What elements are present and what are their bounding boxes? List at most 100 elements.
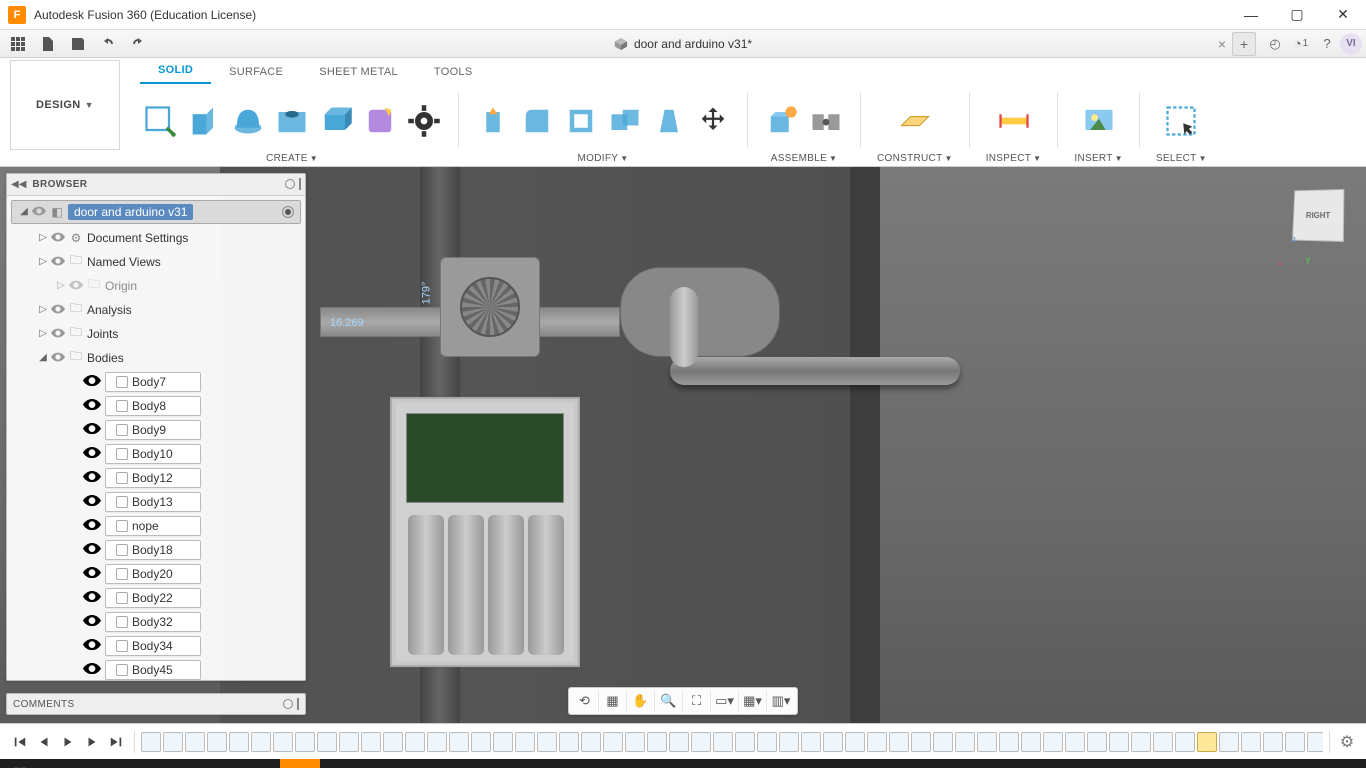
timeline-feature[interactable] bbox=[361, 732, 381, 752]
timeline-feature[interactable] bbox=[493, 732, 513, 752]
fit-button[interactable]: ⛶ bbox=[683, 690, 711, 712]
timeline-step-fwd-button[interactable] bbox=[80, 730, 104, 754]
tab-tools[interactable]: TOOLS bbox=[416, 62, 491, 84]
body-chip[interactable]: Body7 bbox=[105, 372, 201, 392]
expand-icon[interactable]: ◢ bbox=[37, 352, 49, 363]
move-icon[interactable] bbox=[695, 103, 731, 139]
timeline-play-button[interactable] bbox=[56, 730, 80, 754]
body-chip[interactable]: Body8 bbox=[105, 396, 201, 416]
zoom-button[interactable]: 🔍 bbox=[655, 690, 683, 712]
visibility-icon[interactable] bbox=[49, 303, 67, 317]
timeline-feature[interactable] bbox=[273, 732, 293, 752]
timeline-feature[interactable] bbox=[999, 732, 1019, 752]
timeline-feature[interactable] bbox=[801, 732, 821, 752]
expand-icon[interactable]: ▷ bbox=[37, 256, 49, 267]
expand-icon[interactable]: ▷ bbox=[37, 304, 49, 315]
select-icon[interactable] bbox=[1163, 103, 1199, 139]
expand-icon[interactable]: ▷ bbox=[37, 328, 49, 339]
calculator-taskbar-icon[interactable]: 🖩 bbox=[200, 759, 240, 768]
timeline-feature[interactable] bbox=[823, 732, 843, 752]
tree-node[interactable]: ▷🗀Named Views bbox=[7, 250, 305, 274]
browser-options-icon[interactable] bbox=[285, 179, 295, 189]
visibility-icon[interactable] bbox=[49, 327, 67, 341]
window-maximize-button[interactable]: ▢ bbox=[1274, 0, 1320, 30]
draft-icon[interactable] bbox=[651, 103, 687, 139]
timeline-feature[interactable] bbox=[1109, 732, 1129, 752]
timeline-feature[interactable] bbox=[669, 732, 689, 752]
timeline-feature[interactable] bbox=[647, 732, 667, 752]
timeline-feature[interactable] bbox=[713, 732, 733, 752]
edge-taskbar-icon[interactable]: ◎ bbox=[240, 759, 280, 768]
timeline-feature[interactable] bbox=[405, 732, 425, 752]
timeline-feature[interactable] bbox=[1197, 732, 1217, 752]
tree-node[interactable]: ▷⚙Document Settings bbox=[7, 226, 305, 250]
revolve-icon[interactable] bbox=[230, 103, 266, 139]
visibility-icon[interactable] bbox=[83, 375, 101, 389]
window-minimize-button[interactable]: — bbox=[1228, 0, 1274, 30]
timeline-feature[interactable] bbox=[889, 732, 909, 752]
tree-body-row[interactable]: Body20 bbox=[7, 562, 305, 586]
body-chip[interactable]: Body18 bbox=[105, 540, 201, 560]
timeline-feature[interactable] bbox=[1065, 732, 1085, 752]
tree-body-row[interactable]: Body8 bbox=[7, 394, 305, 418]
timeline-feature[interactable] bbox=[1263, 732, 1283, 752]
visibility-icon[interactable] bbox=[83, 567, 101, 581]
timeline-feature[interactable] bbox=[625, 732, 645, 752]
body-chip[interactable]: Body20 bbox=[105, 564, 201, 584]
combine-icon[interactable] bbox=[607, 103, 643, 139]
expand-icon[interactable]: ▷ bbox=[55, 280, 67, 291]
form-icon[interactable] bbox=[362, 103, 398, 139]
timeline-end-button[interactable] bbox=[104, 730, 128, 754]
body-chip[interactable]: Body12 bbox=[105, 468, 201, 488]
visibility-icon[interactable] bbox=[49, 231, 67, 245]
redo-button[interactable] bbox=[124, 32, 152, 56]
timeline-feature[interactable] bbox=[1307, 732, 1323, 752]
comments-panel[interactable]: COMMENTS bbox=[6, 693, 306, 715]
visibility-icon[interactable] bbox=[83, 519, 101, 533]
timeline-feature[interactable] bbox=[757, 732, 777, 752]
file-menu-button[interactable] bbox=[34, 32, 62, 56]
new-tab-button[interactable]: + bbox=[1232, 32, 1256, 56]
display-settings-button[interactable]: ▭▾ bbox=[711, 690, 739, 712]
tree-body-row[interactable]: Body22 bbox=[7, 586, 305, 610]
visibility-icon[interactable] bbox=[83, 471, 101, 485]
timeline-feature[interactable] bbox=[537, 732, 557, 752]
body-chip[interactable]: Body34 bbox=[105, 636, 201, 656]
visibility-icon[interactable] bbox=[83, 639, 101, 653]
body-chip[interactable]: Body13 bbox=[105, 492, 201, 512]
tree-body-row[interactable]: nope bbox=[7, 514, 305, 538]
timeline-feature[interactable] bbox=[867, 732, 887, 752]
timeline-feature[interactable] bbox=[1175, 732, 1195, 752]
timeline-feature[interactable] bbox=[449, 732, 469, 752]
tree-body-row[interactable]: Body34 bbox=[7, 634, 305, 658]
visibility-icon[interactable] bbox=[67, 279, 85, 293]
timeline-step-back-button[interactable] bbox=[32, 730, 56, 754]
timeline-feature[interactable] bbox=[977, 732, 997, 752]
body-chip[interactable]: Body32 bbox=[105, 612, 201, 632]
visibility-icon[interactable] bbox=[83, 591, 101, 605]
user-avatar[interactable]: VI bbox=[1340, 33, 1362, 55]
timeline-feature[interactable] bbox=[845, 732, 865, 752]
fusion-taskbar-icon[interactable]: F bbox=[280, 759, 320, 768]
look-at-button[interactable]: ▦ bbox=[599, 690, 627, 712]
expand-icon[interactable]: ▷ bbox=[37, 232, 49, 243]
start-button[interactable] bbox=[0, 759, 40, 768]
viewcube-face[interactable]: RIGHT bbox=[1292, 189, 1344, 242]
tree-node[interactable]: ▷🗀Origin bbox=[7, 274, 305, 298]
visibility-icon[interactable] bbox=[83, 495, 101, 509]
tree-body-row[interactable]: Body13 bbox=[7, 490, 305, 514]
timeline-feature[interactable] bbox=[1241, 732, 1261, 752]
timeline-feature[interactable] bbox=[933, 732, 953, 752]
job-status-button[interactable]: ◔1 bbox=[1288, 32, 1314, 56]
grid-settings-button[interactable]: ▦▾ bbox=[739, 690, 767, 712]
tab-surface[interactable]: SURFACE bbox=[211, 62, 301, 84]
timeline-feature[interactable] bbox=[427, 732, 447, 752]
task-view-button[interactable]: ⧉ bbox=[80, 759, 120, 768]
timeline-feature[interactable] bbox=[1219, 732, 1239, 752]
chrome-taskbar-icon[interactable]: ◉ bbox=[160, 759, 200, 768]
viewport-layout-button[interactable]: ▥▾ bbox=[767, 690, 795, 712]
timeline-feature[interactable] bbox=[603, 732, 623, 752]
timeline-feature[interactable] bbox=[735, 732, 755, 752]
orbit-button[interactable]: ⟲ bbox=[571, 690, 599, 712]
shell-icon[interactable] bbox=[563, 103, 599, 139]
